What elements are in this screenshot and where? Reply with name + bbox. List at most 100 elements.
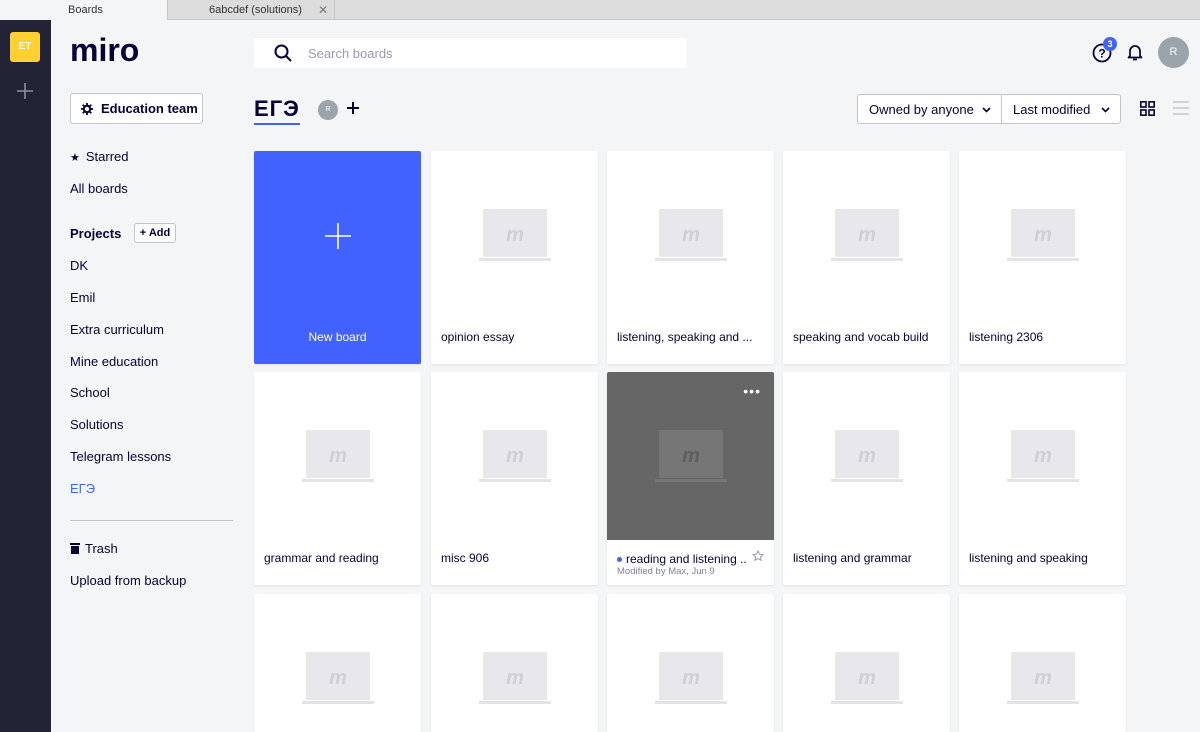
- sidebar-item-project[interactable]: Mine education: [70, 354, 158, 369]
- board-title: reading and listening ...: [617, 552, 747, 566]
- board-thumbnail-icon: m: [302, 430, 374, 482]
- owner-filter-value: Owned by anyone: [869, 101, 974, 117]
- help-count-badge: 3: [1103, 37, 1117, 51]
- board-thumbnail-icon: m: [655, 209, 727, 261]
- svg-text:m: m: [682, 224, 700, 246]
- nav-starred[interactable]: ★ Starred: [70, 149, 129, 164]
- board-thumbnail-icon: m: [831, 430, 903, 482]
- board-card[interactable]: m listening 2306: [959, 151, 1126, 364]
- logo-text: miro: [70, 34, 139, 64]
- team-settings-button[interactable]: Education team: [70, 93, 203, 124]
- list-view-icon[interactable]: [1173, 101, 1189, 115]
- more-icon[interactable]: •••: [743, 384, 761, 398]
- board-card[interactable]: m misc 906: [431, 372, 598, 585]
- search-icon: [274, 44, 292, 62]
- board-thumbnail-icon: m: [1007, 652, 1079, 704]
- star-icon: ★: [70, 152, 80, 164]
- board-thumbnail-icon: m: [479, 430, 551, 482]
- new-board-card[interactable]: New board: [254, 151, 421, 364]
- board-card[interactable]: m grammar and reading: [254, 372, 421, 585]
- svg-text:m: m: [858, 667, 876, 689]
- browser-tabstrip: Boards 6abcdef (solutions) ✕: [0, 0, 1200, 20]
- board-title: grammar and reading: [264, 551, 379, 565]
- board-card[interactable]: m: [607, 594, 774, 732]
- board-card[interactable]: m speaking and vocab build: [783, 151, 950, 364]
- sidebar-item-project[interactable]: DK: [70, 258, 88, 273]
- tab-solutions[interactable]: 6abcdef (solutions) ✕: [169, 0, 335, 20]
- sidebar-item-project[interactable]: Extra curriculum: [70, 322, 164, 337]
- board-thumbnail-icon: m: [1007, 209, 1079, 261]
- svg-text:m: m: [1034, 445, 1052, 467]
- board-thumbnail-icon: m: [655, 652, 727, 704]
- team-label: Education team: [101, 101, 198, 116]
- board-thumbnail-icon: m: [1007, 430, 1079, 482]
- add-team-icon[interactable]: [14, 80, 36, 102]
- nav-upload-backup[interactable]: Upload from backup: [70, 573, 186, 588]
- sidebar-item-project[interactable]: Telegram lessons: [70, 449, 171, 464]
- user-avatar[interactable]: R: [1158, 37, 1189, 68]
- board-modified-meta: Modified by Max, Jun 9: [617, 566, 715, 577]
- board-card[interactable]: m listening and grammar: [783, 372, 950, 585]
- board-title: opinion essay: [441, 330, 515, 344]
- board-title: listening and speaking: [969, 551, 1088, 565]
- board-title: speaking and vocab build: [793, 330, 929, 344]
- svg-text:m: m: [858, 224, 876, 246]
- board-thumbnail-icon: m: [302, 652, 374, 704]
- star-icon[interactable]: [752, 550, 764, 562]
- sort-value: Last modified: [1013, 101, 1091, 117]
- board-thumbnail-icon: m: [479, 652, 551, 704]
- board-thumbnail-icon: m: [831, 209, 903, 261]
- close-icon[interactable]: ✕: [318, 0, 328, 20]
- board-card-hovered[interactable]: m ••• reading and listening ... Modified…: [607, 372, 774, 585]
- search-bar[interactable]: [254, 38, 687, 68]
- svg-text:m: m: [1034, 667, 1052, 689]
- board-card[interactable]: m: [959, 594, 1126, 732]
- svg-text:m: m: [1034, 224, 1052, 246]
- plus-icon: [325, 223, 351, 249]
- team-badge[interactable]: ET: [10, 32, 40, 62]
- board-thumbnail-icon: m: [655, 430, 727, 482]
- grid-view-icon[interactable]: [1140, 101, 1155, 116]
- board-card[interactable]: m opinion essay: [431, 151, 598, 364]
- svg-text:m: m: [506, 445, 524, 467]
- unread-dot: [617, 557, 622, 563]
- board-card[interactable]: m: [254, 594, 421, 732]
- board-card[interactable]: m: [431, 594, 598, 732]
- sort-dropdown[interactable]: Last modified: [1001, 94, 1121, 124]
- add-project-button[interactable]: + Add: [134, 223, 176, 243]
- svg-text:m: m: [329, 445, 347, 467]
- gear-icon: [81, 102, 93, 115]
- board-thumbnail-icon: m: [479, 209, 551, 261]
- tab-boards[interactable]: Boards: [0, 0, 168, 20]
- nav-label: Trash: [85, 541, 118, 556]
- plus-icon[interactable]: [346, 101, 360, 115]
- board-title: listening and grammar: [793, 551, 912, 565]
- owner-filter-dropdown[interactable]: Owned by anyone: [857, 94, 1002, 124]
- board-card[interactable]: m listening, speaking and ...: [607, 151, 774, 364]
- page-title: ЕГЭ: [254, 96, 300, 125]
- board-card[interactable]: m: [783, 594, 950, 732]
- nav-trash[interactable]: Trash: [70, 541, 118, 556]
- board-thumbnail-icon: m: [831, 652, 903, 704]
- svg-text:m: m: [858, 445, 876, 467]
- team-rail: ET: [0, 20, 51, 732]
- sidebar-item-project-active[interactable]: ЕГЭ: [70, 481, 95, 496]
- board-title: listening, speaking and ...: [617, 330, 753, 344]
- sidebar-item-project[interactable]: Solutions: [70, 417, 123, 432]
- tab-label: Boards: [68, 4, 103, 16]
- nav-all-boards[interactable]: All boards: [70, 181, 128, 196]
- board-title: listening 2306: [969, 330, 1044, 344]
- board-title: misc 906: [441, 551, 490, 565]
- svg-text:m: m: [682, 667, 700, 689]
- chevron-down-icon: [1101, 107, 1110, 113]
- sidebar-item-project[interactable]: School: [70, 385, 110, 400]
- board-card[interactable]: m listening and speaking: [959, 372, 1126, 585]
- search-input[interactable]: [308, 45, 668, 61]
- board-title-text: reading and listening ...: [626, 552, 747, 566]
- project-member-avatar[interactable]: R: [318, 100, 338, 120]
- sidebar-divider: [70, 520, 233, 521]
- svg-text:m: m: [506, 224, 524, 246]
- miro-logo[interactable]: miro: [70, 34, 150, 64]
- bell-icon[interactable]: [1126, 43, 1144, 61]
- sidebar-item-project[interactable]: Emil: [70, 290, 95, 305]
